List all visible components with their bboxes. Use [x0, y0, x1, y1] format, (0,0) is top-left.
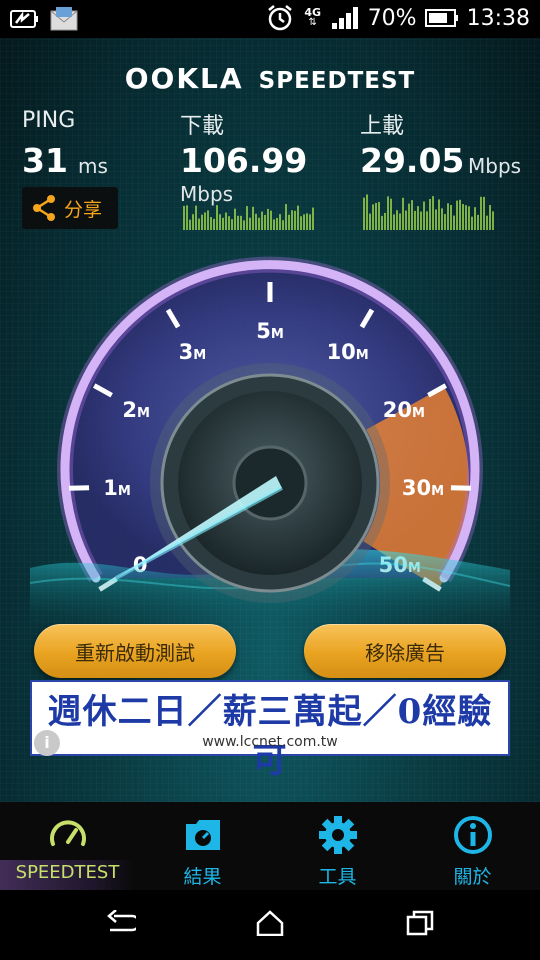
ad-headline: 週休二日／薪三萬起／0經驗可	[47, 692, 493, 781]
tab-tools[interactable]: 工具	[270, 802, 405, 890]
brand-title: SPEEDTEST	[258, 68, 416, 94]
brand-header: OOKLA SPEEDTEST	[0, 62, 540, 95]
gauge-tick	[450, 485, 471, 491]
download-unit: Mbps	[180, 182, 234, 206]
home-icon[interactable]	[256, 910, 284, 936]
info-icon	[454, 816, 492, 854]
remove-ads-button[interactable]: 移除廣告	[304, 624, 506, 678]
upload-sparkline	[363, 194, 494, 230]
tab-speedtest[interactable]: SPEEDTEST	[0, 802, 135, 890]
tab-label: 結果	[183, 866, 222, 888]
clock: 13:38	[466, 5, 530, 31]
bottom-tab-bar: SPEEDTEST 結果 工具 關於	[0, 802, 540, 890]
speedometer-icon	[50, 820, 86, 846]
share-label: 分享	[64, 198, 103, 221]
speed-gauge: 01M2M3M5M10M20M30M50M	[30, 256, 510, 628]
upload-value: 29.05	[360, 141, 465, 180]
tab-label: 工具	[318, 866, 357, 888]
brand-logo: OOKLA	[124, 62, 244, 95]
tab-results[interactable]: 結果	[135, 802, 270, 890]
share-button[interactable]: 分享	[22, 187, 118, 229]
download-value: 106.99	[180, 141, 308, 180]
tab-about[interactable]: 關於	[405, 802, 540, 890]
share-icon	[33, 195, 55, 221]
status-bar: 4G ⇅ 70% 13:38	[0, 0, 540, 38]
upload-unit: Mbps	[468, 154, 522, 178]
alarm-icon	[267, 5, 292, 31]
ad-url: www.lccnet.com.tw	[202, 734, 338, 750]
ad-banner[interactable]: 週休二日／薪三萬起／0經驗可 www.lccnet.com.tw i	[30, 680, 510, 781]
gauge-tick	[69, 485, 90, 491]
upload-label: 上載	[360, 114, 405, 139]
ping-unit: ms	[78, 154, 108, 178]
tab-label: 關於	[453, 866, 492, 888]
battery-percent: 70%	[367, 5, 417, 31]
ping-label: PING	[22, 108, 76, 133]
gear-icon	[319, 816, 357, 854]
ping-value: 31	[22, 141, 68, 180]
results-icon	[186, 820, 220, 850]
system-nav-bar	[0, 890, 540, 960]
ad-info-icon[interactable]: i	[34, 730, 60, 756]
battery-icon	[424, 9, 458, 27]
notification-icon	[10, 10, 38, 28]
network-4g-icon: 4G ⇅	[304, 6, 322, 28]
retest-button[interactable]: 重新啟動測試	[34, 624, 236, 678]
recents-icon[interactable]	[406, 910, 434, 936]
tab-label: SPEEDTEST	[15, 862, 120, 883]
back-icon[interactable]	[106, 910, 136, 936]
download-sparkline	[183, 204, 314, 230]
message-icon	[50, 7, 78, 31]
signal-icon	[331, 7, 358, 29]
download-label: 下載	[180, 114, 225, 139]
